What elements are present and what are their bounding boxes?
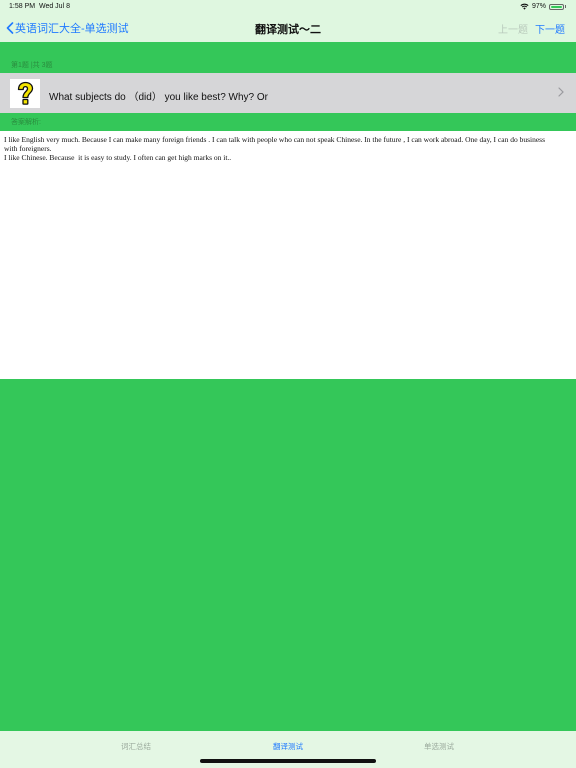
- status-date: Wed Jul 8: [38, 3, 70, 10]
- tab-vocabulary-summary[interactable]: 词汇总结: [86, 741, 186, 752]
- battery-percent: 97%: [531, 3, 546, 10]
- status-time: 1:58 PM Wed Jul 8: [9, 3, 70, 10]
- home-indicator[interactable]: [200, 759, 376, 763]
- question-row[interactable]: What subjects do （did） you like best? Wh…: [0, 73, 576, 113]
- header-band: [0, 42, 576, 73]
- question-mark-icon: [10, 79, 40, 108]
- question-text: What subjects do （did） you like best? Wh…: [49, 92, 268, 103]
- navigation-bar: 英语词汇大全-单选测试 翻译测试～二 上一题 下一题: [0, 14, 576, 42]
- battery-fill: [551, 5, 562, 8]
- answer-panel: I like English very much. Because I can …: [0, 131, 576, 379]
- next-question-button[interactable]: 下一题: [535, 21, 565, 36]
- battery-icon: [549, 3, 564, 10]
- answer-text: I like English very much. Because I can …: [4, 135, 546, 162]
- wifi-icon: [520, 3, 529, 10]
- battery-cap: [565, 5, 566, 8]
- answer-header-band: [0, 113, 576, 131]
- status-clock: 1:58 PM: [9, 3, 36, 10]
- previous-question-button[interactable]: 上一题: [498, 21, 528, 36]
- tab-translation-test[interactable]: 翻译测试: [238, 741, 338, 752]
- status-indicators: 97%: [520, 3, 566, 10]
- empty-content-area: [0, 379, 576, 731]
- page-title: 翻译测试～二: [255, 24, 321, 36]
- chevron-right-icon: [558, 87, 564, 97]
- question-counter: 第1题 |共 3题: [11, 62, 53, 69]
- status-bar: 1:58 PM Wed Jul 8 97%: [0, 0, 576, 14]
- tab-single-choice-test[interactable]: 单选测试: [389, 741, 489, 752]
- answer-label: 答案解析:: [11, 119, 41, 126]
